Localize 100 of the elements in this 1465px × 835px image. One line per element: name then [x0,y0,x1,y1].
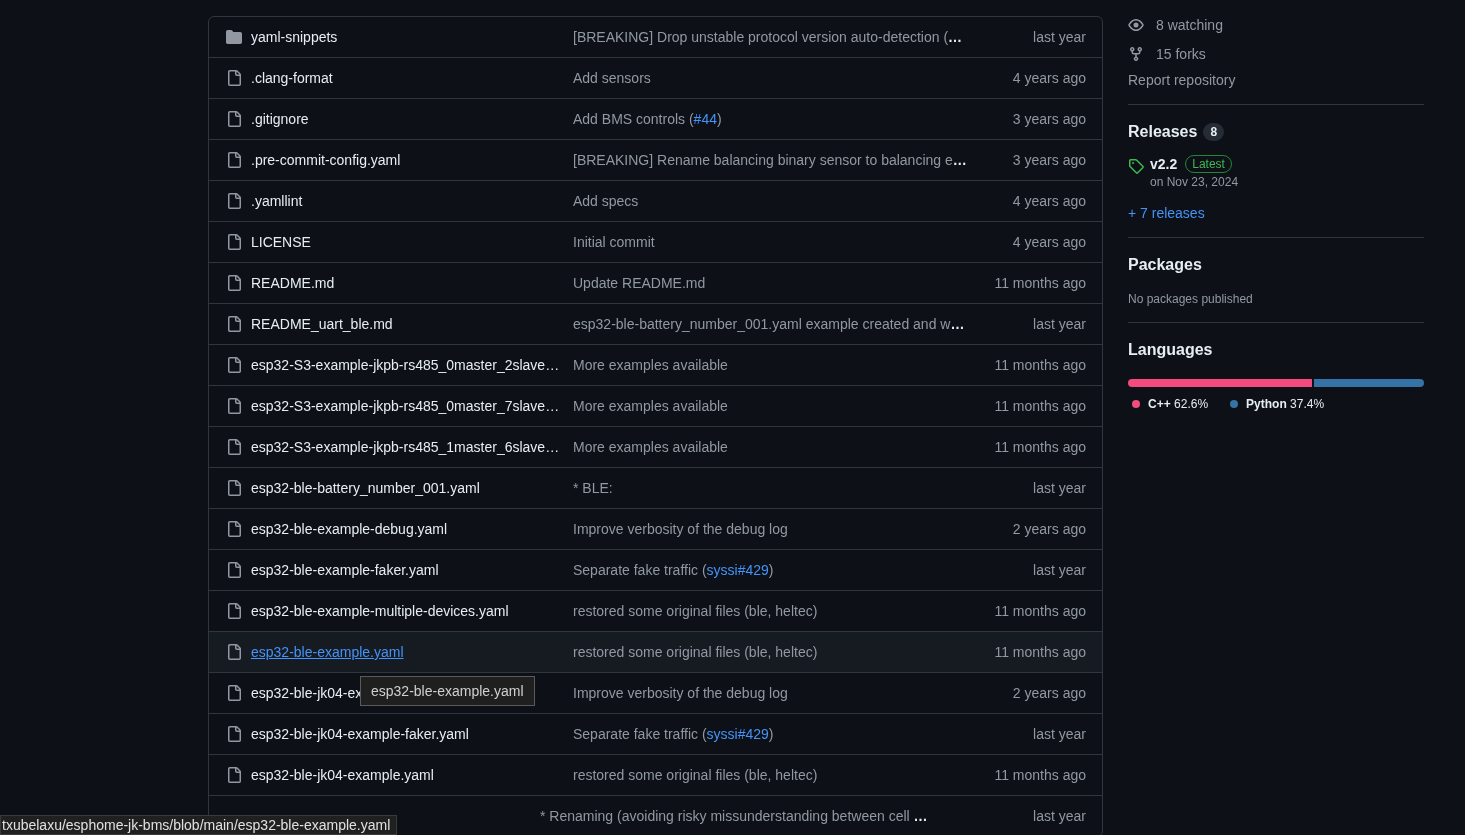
commit-time: 11 months ago [994,275,1086,291]
commit-message: Improve verbosity of the debug log [573,521,789,537]
file-row[interactable]: esp32-S3-example-jkpb-rs485_0master_7slave… More examples available 11 months ago [209,385,1102,426]
commit-message: Add BMS controls (#44) [573,111,723,127]
file-name-link[interactable]: esp32-ble-battery_number_001.yaml [251,480,480,496]
commit-message: * Renaming (avoiding risky missunderstanding between cell … [540,808,929,824]
file-row[interactable]: .yamllint Add specs 4 years ago [209,180,1102,221]
issue-link[interactable]: syssi#429 [706,562,769,578]
file-icon [226,644,242,660]
commit-time: 11 months ago [994,439,1086,455]
file-row[interactable]: esp32-S3-example-jkpb-rs485_1master_6slave… More examples available 11 months ago [209,426,1102,467]
file-row[interactable]: .pre-commit-config.yaml [BREAKING] Rename balancing binary sensor to balancing e… 3 years ago [209,139,1102,180]
section-title[interactable]: Releases [1128,123,1198,141]
file-name-link[interactable]: yaml-snippets [251,29,338,45]
commit-time: 11 months ago [994,644,1086,660]
file-icon [226,726,242,742]
stat-link[interactable]: 15 forks [1156,45,1206,62]
stat-link[interactable]: 8 watching [1156,16,1223,33]
file-name-link[interactable]: esp32-ble-example.yaml [251,644,404,660]
file-name-link[interactable]: README_uart_ble.md [251,316,393,332]
issue-link[interactable]: #44 [693,111,717,127]
file-name-link[interactable]: .pre-commit-config.yaml [251,152,401,168]
file-name-link[interactable]: .yamllint [251,193,303,209]
file-name-link[interactable]: esp32-ble-jk04-example.yaml [251,767,434,783]
file-name-link[interactable]: esp32-ble-example-debug.yaml [251,521,448,537]
file-icon [226,234,242,250]
commit-message: Update README.md [573,275,707,291]
file-row[interactable]: esp32-ble-example-debug.yaml Improve verbosity of the debug log 2 years ago [209,508,1102,549]
eye-icon [1128,16,1144,33]
section-title: Languages [1128,341,1213,359]
file-row[interactable]: .gitignore Add BMS controls (#44) 3 years ago [209,98,1102,139]
file-name-link[interactable]: LICENSE [251,234,311,250]
file-name-link[interactable]: esp32-S3-example-jkpb-rs485_0master_2slave… [251,357,560,373]
file-row[interactable]: esp32-ble-jk04-example.yaml restored some original files (ble, heltec) 11 months ago [209,754,1102,795]
more-releases-link[interactable]: + 7 releases [1128,205,1424,221]
file-row[interactable]: README.md Update README.md 11 months ago [209,262,1102,303]
file-name-link[interactable]: esp32-ble-jk04-ex [251,685,363,701]
commit-message: restored some original files (ble, heltec) [573,767,819,783]
file-name-link[interactable]: esp32-ble-example-faker.yaml [251,562,439,578]
file-name-link[interactable]: esp32-S3-example-jkpb-rs485_1master_6slave… [251,439,560,455]
commit-time: 3 years ago [1012,152,1086,168]
issue-link[interactable]: syssi#429 [706,726,769,742]
commit-time: 11 months ago [994,357,1086,373]
commit-time: 2 years ago [1012,685,1086,701]
commit-message: [BREAKING] Rename balancing binary sensor to balancing e… [573,152,968,168]
commit-time: 11 months ago [994,767,1086,783]
commit-message: More examples available [573,439,729,455]
file-name-link[interactable]: .clang-format [251,70,333,86]
commit-time: 3 years ago [1012,111,1086,127]
language-label[interactable]: C++ 62.6% [1148,397,1209,411]
commit-message: More examples available [573,398,729,414]
commit-message: * BLE: [573,480,614,496]
url-status-tooltip: txubelaxu/esphome-jk-bms/blob/main/esp32-ble-example.yaml [0,815,398,835]
file-row[interactable]: LICENSE Initial commit 4 years ago [209,221,1102,262]
file-name-link[interactable]: esp32-ble-example-multiple-devices.yaml [251,603,509,619]
count-badge: 8 [1203,123,1225,141]
section-title[interactable]: Packages [1128,256,1202,274]
file-name-link[interactable]: esp32-S3-example-jkpb-rs485_0master_7slave… [251,398,560,414]
file-name-link[interactable]: .gitignore [251,111,309,127]
commit-time: 4 years ago [1012,234,1086,250]
file-name-link[interactable]: esp32-ble-jk04-example-faker.yaml [251,726,469,742]
file-row[interactable]: README_uart_ble.md esp32-ble-battery_number_001.yaml example created and w… last year [209,303,1102,344]
commit-time: 11 months ago [994,603,1086,619]
file-row[interactable]: esp32-ble-jk04-example-faker.yaml Separate fake traffic (syssi#429) last year [209,713,1102,754]
file-icon [226,316,242,332]
file-row[interactable]: esp32-ble-example-faker.yaml Separate fake traffic (syssi#429) last year [209,549,1102,590]
file-row[interactable]: esp32-S3-example-jkpb-rs485_0master_2slave… More examples available 11 months ago [209,344,1102,385]
file-icon [226,193,242,209]
commit-time: last year [1033,726,1086,742]
file-name-link[interactable]: README.md [251,275,335,291]
commit-message: restored some original files (ble, heltec) [573,603,819,619]
tag-icon [1128,158,1144,174]
file-row[interactable]: yaml-snippets [BREAKING] Drop unstable protocol version auto-detection (… last year [209,17,1102,57]
file-icon [226,521,242,537]
commit-message: [BREAKING] Drop unstable protocol version auto-detection (… [573,29,964,45]
commit-time: 4 years ago [1012,193,1086,209]
commit-message: Separate fake traffic (syssi#429) [573,726,775,742]
commit-time: last year [1033,562,1086,578]
commit-message: More examples available [573,357,729,373]
release-tag-link[interactable]: v2.2 [1150,156,1178,172]
commit-time: last year [1033,29,1086,45]
language-label[interactable]: Python 37.4% [1246,397,1325,411]
file-icon [226,767,242,783]
file-row[interactable]: .clang-format Add sensors 4 years ago [209,57,1102,98]
commit-message: esp32-ble-battery_number_001.yaml example created and w… [573,316,966,332]
file-icon [226,685,242,701]
file-icon [226,70,242,86]
commit-message: Add specs [573,193,640,209]
release-date: on Nov 23, 2024 [1150,175,1239,189]
commit-time: 4 years ago [1012,70,1086,86]
fork-icon [1128,45,1144,62]
commit-time: 2 years ago [1012,521,1086,537]
packages-note: No packages published [1128,292,1254,306]
file-row[interactable]: esp32-ble-battery_number_001.yaml * BLE: last year [209,467,1102,508]
commit-message: Add sensors [573,70,652,86]
filename-tooltip: esp32-ble-example.yaml [360,676,535,706]
commit-message: restored some original files (ble, heltec) [573,644,819,660]
file-icon [226,152,242,168]
report-link[interactable]: Report repository [1128,72,1424,88]
file-icon [226,398,242,414]
